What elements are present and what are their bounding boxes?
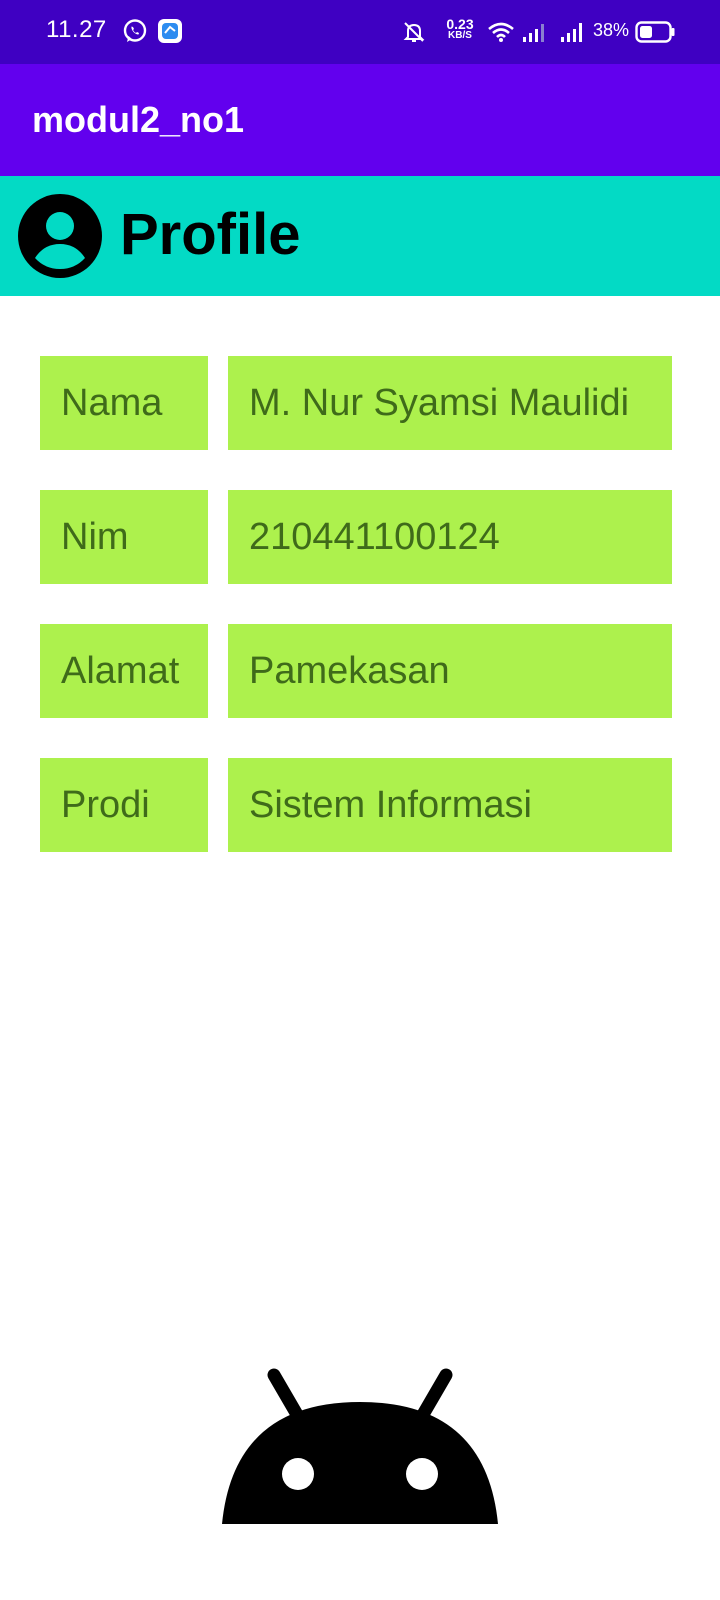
network-speed-value: 0.23 [446,16,474,32]
row-label: Nim [40,490,208,584]
row-label: Prodi [40,758,208,852]
profile-header: Profile [0,176,720,296]
info-row-alamat: Alamat Pamekasan [40,624,672,718]
status-time: 11.27 [46,16,107,43]
battery-icon [635,21,675,43]
row-label: Nama [40,356,208,450]
network-speed: 0.23 KB/S [440,17,480,41]
row-label: Alamat [40,624,208,718]
battery-percent: 38% [593,20,630,40]
signal-icon-2 [561,23,582,42]
mute-bell-icon [403,22,425,42]
app-bar: modul2_no1 [0,64,720,176]
row-value: Sistem Informasi [228,758,672,852]
wifi-icon [488,22,514,42]
account-circle-icon [18,194,102,278]
signal-icon [523,24,544,42]
android-logo-icon [222,1368,498,1524]
whatsapp-icon [123,19,147,42]
info-row-prodi: Prodi Sistem Informasi [40,758,672,852]
row-value: M. Nur Syamsi Maulidi [228,356,672,450]
row-value: 210441100124 [228,490,672,584]
status-bar: 11.27 0.23 KB/S 38% [0,0,720,64]
app-notification-icon [158,19,182,43]
app-title: modul2_no1 [32,99,245,140]
profile-title: Profile [120,202,301,267]
info-row-nim: Nim 210441100124 [40,490,672,584]
network-speed-unit: KB/S [448,30,472,41]
row-value: Pamekasan [228,624,672,718]
info-row-nama: Nama M. Nur Syamsi Maulidi [40,356,672,450]
